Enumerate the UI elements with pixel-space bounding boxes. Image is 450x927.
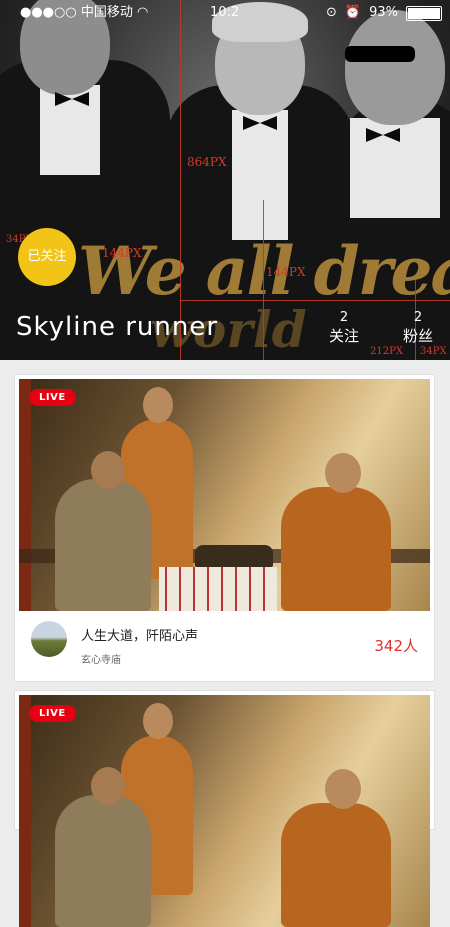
wifi-icon: ◠ <box>137 5 149 20</box>
following-label: 关注 <box>328 327 359 345</box>
guide-label: 212PX <box>370 346 403 357</box>
guide-line <box>263 200 264 360</box>
guide-label: 864PX <box>187 155 227 169</box>
battery-icon <box>406 5 442 21</box>
following-stat[interactable]: 2 关注 <box>324 310 364 346</box>
carrier-name: 中国移动 <box>80 5 133 20</box>
status-right: ⊙ ⏰ 93% <box>326 0 442 26</box>
avatar[interactable] <box>31 621 67 657</box>
clock: 10:2 <box>210 5 240 20</box>
battery-percent: 93% <box>369 5 398 20</box>
profile-username: Skyline runner <box>16 312 219 342</box>
live-card[interactable]: LIVE <box>14 690 435 927</box>
live-badge: LIVE <box>29 705 76 722</box>
following-count: 2 <box>339 310 349 325</box>
live-host-name: 玄心寺庙 <box>81 655 121 666</box>
followers-label: 粉丝 <box>402 327 433 345</box>
banner-script-text: We all dream <box>78 232 450 310</box>
guide-line <box>180 300 450 301</box>
guide-label: 144PX <box>266 265 306 279</box>
live-cover-image: LIVE <box>19 379 430 611</box>
viewer-count: 342人 <box>374 637 418 655</box>
signal-icon: ●●●○○ <box>20 5 81 20</box>
live-card-info: 人生大道，阡陌心声 玄心寺庙 342人 <box>19 611 430 677</box>
followers-count: 2 <box>413 310 423 325</box>
live-badge: LIVE <box>29 389 76 406</box>
guide-label: 144PX <box>102 246 142 260</box>
carrier-label: ●●●○○ 中国移动 ◠ <box>20 0 148 26</box>
followers-stat[interactable]: 2 粉丝 <box>398 310 438 346</box>
profile-header: We all dream world 864PX 144PX 144PX 34P… <box>0 0 450 360</box>
live-cover-image: LIVE <box>19 695 430 927</box>
guide-line <box>180 0 181 360</box>
guide-label: 34PX <box>420 346 447 357</box>
alarm-icon: ⏰ <box>344 5 362 20</box>
live-title: 人生大道，阡陌心声 <box>81 629 199 644</box>
status-bar: ●●●○○ 中国移动 ◠ 10:2 ⊙ ⏰ 93% <box>0 0 450 26</box>
live-card[interactable]: LIVE 人生大道，阡陌心声 玄心寺庙 342人 <box>14 374 435 682</box>
lock-rotation-icon: ⊙ <box>326 5 337 20</box>
follow-status-button[interactable]: 已关注 <box>18 228 76 286</box>
